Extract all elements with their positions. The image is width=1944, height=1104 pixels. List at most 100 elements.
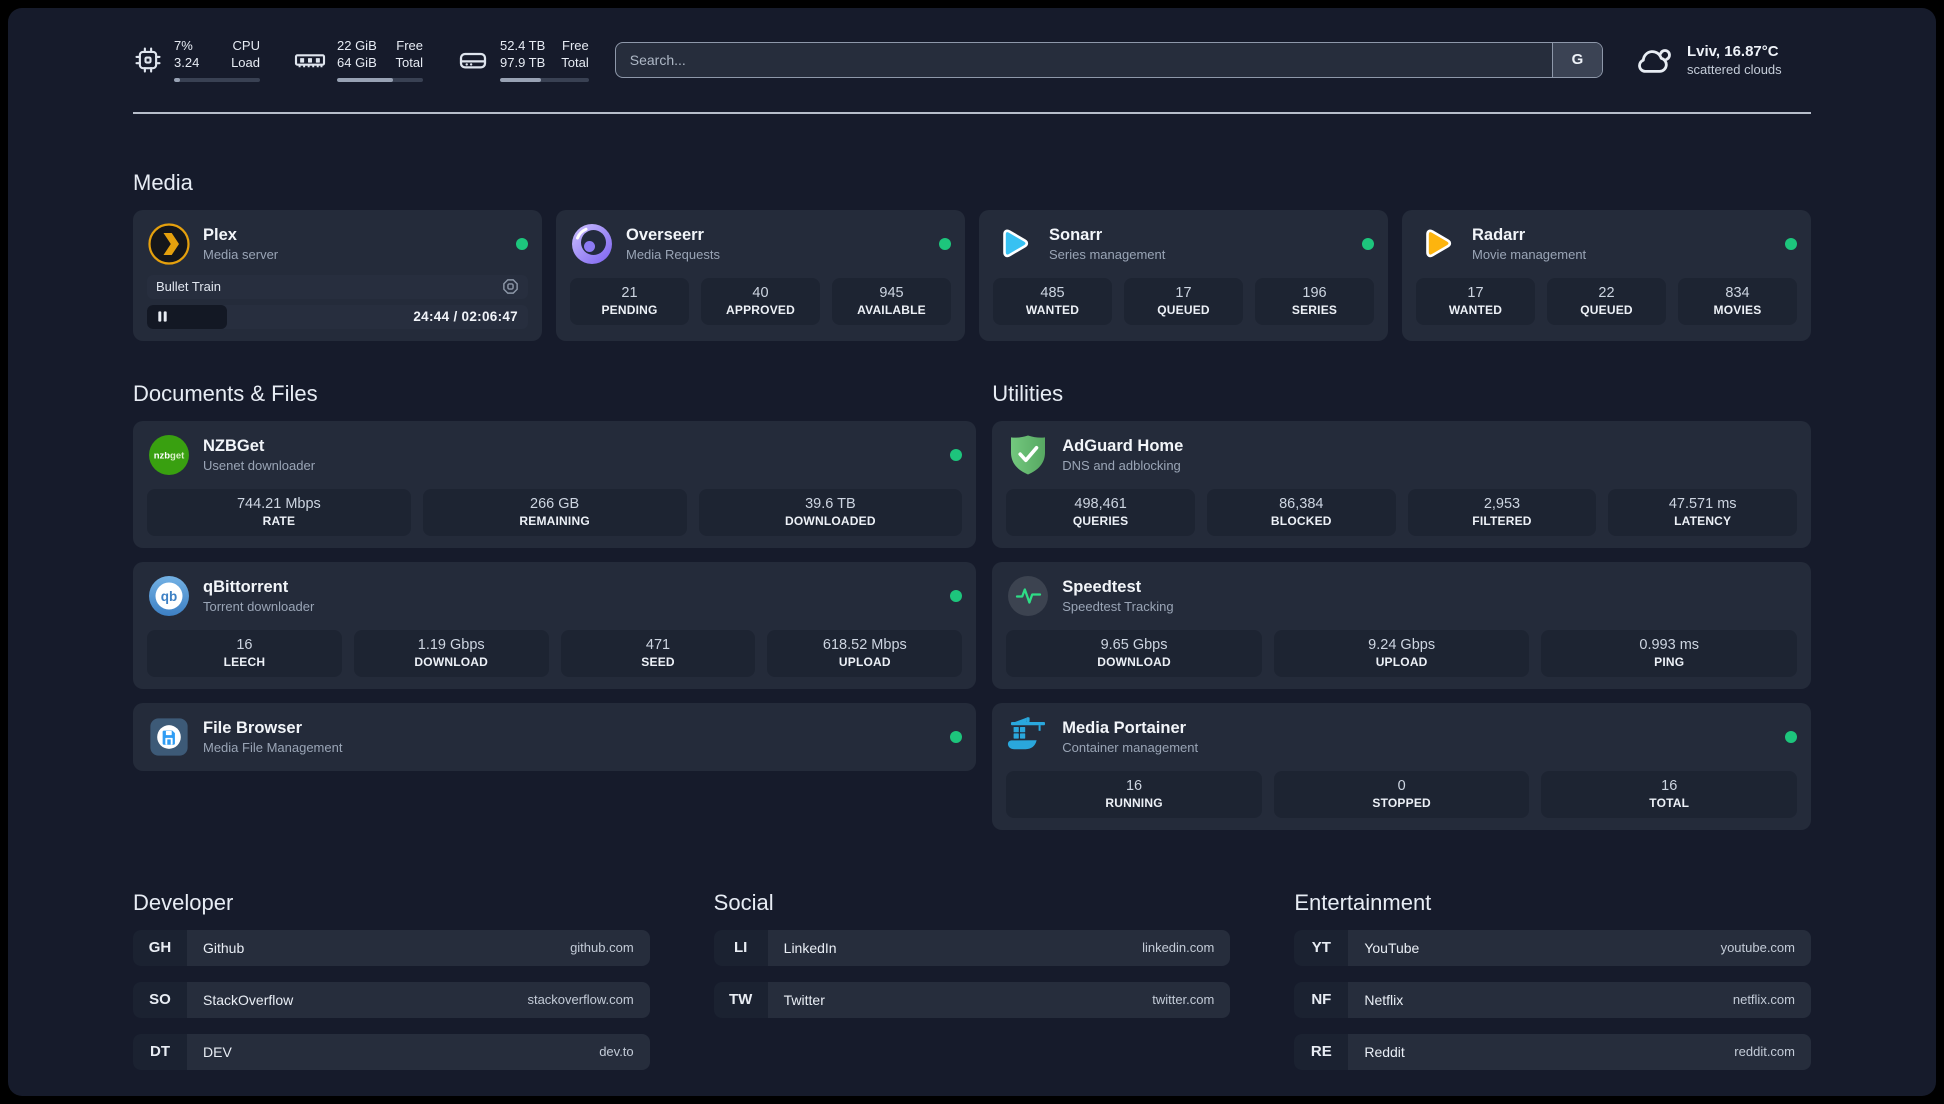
bookmark-abbr: RE <box>1294 1033 1349 1070</box>
stat-label: QUERIES <box>1072 513 1129 528</box>
bookmark-body: Twitter twitter.com <box>767 981 1231 1018</box>
bookmark-abbr: LI <box>713 929 768 966</box>
app-card-nzbget[interactable]: nzbget NZBGet Usenet downloader 744.21 Mbps… <box>133 420 977 548</box>
stat-ping: 0.993 ms PING <box>1541 629 1797 677</box>
system-stat-0: 7% 3.24 CPU Load <box>133 38 260 82</box>
bookmark-twitter[interactable]: TW Twitter twitter.com <box>713 981 1231 1018</box>
bookmark-abbr: GH <box>133 929 187 966</box>
stat-upload: 618.52 Mbps UPLOAD <box>767 629 963 677</box>
stat-label: UPLOAD <box>1375 654 1428 669</box>
stat-queries: 498,461 QUERIES <box>1006 488 1195 536</box>
bookmark-stackoverflow[interactable]: SO StackOverflow stackoverflow.com <box>133 981 650 1018</box>
stat-value: 9.65 Gbps <box>1100 636 1168 653</box>
bookmark-abbr: YT <box>1294 929 1349 966</box>
stats-row: 498,461 QUERIES 86,384 BLOCKED 2,953 FILTERED… <box>1006 488 1798 536</box>
app-titles: File Browser Media File Management <box>203 719 342 755</box>
stat-label: Load <box>231 54 260 70</box>
stat-value: 945 <box>879 284 904 301</box>
bookmark-reddit[interactable]: RE Reddit reddit.com <box>1294 1033 1811 1070</box>
stats-row: 9.65 Gbps DOWNLOAD 9.24 Gbps UPLOAD 0.993 ms… <box>1006 629 1797 677</box>
app-card-sonarr[interactable]: Sonarr Series management 485 WANTED 17 QUEUED… <box>979 209 1388 341</box>
section-documents: Documents & Files nzbget NZBGet Usenet down… <box>133 380 977 830</box>
card-head: AdGuard Home DNS and adblocking <box>1006 433 1797 477</box>
bookmark-url: github.com <box>570 940 634 956</box>
stats-row: 17 WANTED 22 QUEUED 834 MOVIES <box>1416 277 1797 325</box>
stat-label: AVAILABLE <box>857 302 926 317</box>
stats-row: 16 RUNNING 0 STOPPED 16 TOTAL <box>1006 770 1797 818</box>
stat-approved: 40 APPROVED <box>701 277 820 325</box>
stat-label: DOWNLOADED <box>785 513 876 528</box>
stat-value: 16 <box>1125 777 1143 794</box>
app-card-adguard[interactable]: AdGuard Home DNS and adblocking 498,461 QUE… <box>992 420 1811 548</box>
app-title: Sonarr <box>1049 225 1103 244</box>
section-title-developer: Developer <box>133 889 234 915</box>
portainer-icon <box>1006 715 1050 759</box>
app-titles: AdGuard Home DNS and adblocking <box>1062 437 1183 473</box>
stat-label: Total <box>561 54 589 70</box>
app-card-qbittorrent[interactable]: qb qBittorrent Torrent downloader 16 LEECH 1.… <box>133 561 977 689</box>
section-title-documents: Documents & Files <box>133 380 318 406</box>
stat-value: 744.21 Mbps <box>236 495 321 512</box>
bookmark-linkedin[interactable]: LI LinkedIn linkedin.com <box>713 929 1231 966</box>
card-head: Overseerr Media Requests <box>570 222 951 266</box>
disk-icon <box>457 44 489 76</box>
app-card-portainer[interactable]: Media Portainer Container management 16 RUN… <box>992 702 1811 830</box>
bookmark-body: Netflix netflix.com <box>1348 981 1811 1018</box>
stat-label: UPLOAD <box>838 654 891 669</box>
bookmark-name: LinkedIn <box>783 939 837 956</box>
bookmark-group-developer: Developer GH Github github.com SO StackOverfl… <box>133 890 650 1086</box>
bookmark-url: stackoverflow.com <box>527 992 634 1008</box>
app-card-plex[interactable]: Plex Media server Bullet Train 24:44 / 02:0… <box>133 209 542 341</box>
stat-filtered: 2,953 FILTERED <box>1407 488 1597 536</box>
bookmark-youtube[interactable]: YT YouTube youtube.com <box>1294 929 1811 966</box>
app-card-filebrowser[interactable]: File Browser Media File Management <box>133 702 977 771</box>
search-provider-button[interactable]: G <box>1552 42 1602 77</box>
stat-label: DOWNLOAD <box>1097 654 1171 669</box>
stat-seed: 471 SEED <box>560 629 756 677</box>
playback-progress-bar[interactable]: 24:44 / 02:06:47 <box>147 304 528 329</box>
bookmark-name: Netflix <box>1364 991 1404 1008</box>
bookmark-netflix[interactable]: NF Netflix netflix.com <box>1294 981 1811 1018</box>
app-title: Plex <box>203 225 237 244</box>
cpu-icon <box>133 45 163 75</box>
bookmark-name: Github <box>203 939 245 956</box>
stat-label: WANTED <box>1448 302 1503 317</box>
bookmark-url: netflix.com <box>1732 992 1795 1008</box>
app-subtitle: DNS and adblocking <box>1062 457 1181 473</box>
stat-total: 16 TOTAL <box>1541 770 1797 818</box>
section-title-entertainment: Entertainment <box>1294 889 1432 915</box>
app-titles: Radarr Movie management <box>1472 226 1586 262</box>
pause-button[interactable] <box>156 310 169 323</box>
app-titles: Speedtest Speedtest Tracking <box>1062 578 1173 614</box>
card-head: Radarr Movie management <box>1416 222 1797 266</box>
app-card-radarr[interactable]: Radarr Movie management 17 WANTED 22 QUEUED 83… <box>1402 209 1811 341</box>
stat-wanted: 17 WANTED <box>1416 277 1535 325</box>
bookmark-dev[interactable]: DT DEV dev.to <box>133 1033 650 1070</box>
memory-icon <box>294 44 326 76</box>
bookmark-url: reddit.com <box>1734 1044 1795 1060</box>
stat-value: 196 <box>1302 284 1327 301</box>
app-title: Radarr <box>1472 225 1526 244</box>
bookmark-abbr: DT <box>133 1033 187 1070</box>
stat-value: 39.6 TB <box>805 495 856 512</box>
stat-upload: 9.24 Gbps UPLOAD <box>1273 629 1530 677</box>
bookmark-url: dev.to <box>599 1044 634 1060</box>
stat-label: STOPPED <box>1372 795 1431 810</box>
stat-label: RATE <box>262 513 296 528</box>
bookmark-body: DEV dev.to <box>187 1033 650 1070</box>
bookmark-github[interactable]: GH Github github.com <box>133 929 650 966</box>
app-title: Speedtest <box>1062 577 1142 596</box>
usage-bar <box>337 77 423 82</box>
app-card-speedtest[interactable]: Speedtest Speedtest Tracking 9.65 Gbps DOWN… <box>992 561 1811 689</box>
bookmark-url: twitter.com <box>1152 992 1215 1008</box>
stat-blocked: 86,384 BLOCKED <box>1206 488 1396 536</box>
card-head: qb qBittorrent Torrent downloader <box>147 574 963 618</box>
app-subtitle: Series management <box>1049 246 1166 262</box>
app-subtitle: Speedtest Tracking <box>1062 598 1174 614</box>
app-card-overseerr[interactable]: Overseerr Media Requests 21 PENDING 40 APPROV… <box>556 209 965 341</box>
app-titles: qBittorrent Torrent downloader <box>203 578 314 614</box>
stat-value: 17 <box>1467 284 1484 301</box>
weather-text: Lviv, 16.87°C scattered clouds <box>1687 43 1782 77</box>
stat-label: SEED <box>641 654 675 669</box>
search-input[interactable] <box>614 41 1603 78</box>
